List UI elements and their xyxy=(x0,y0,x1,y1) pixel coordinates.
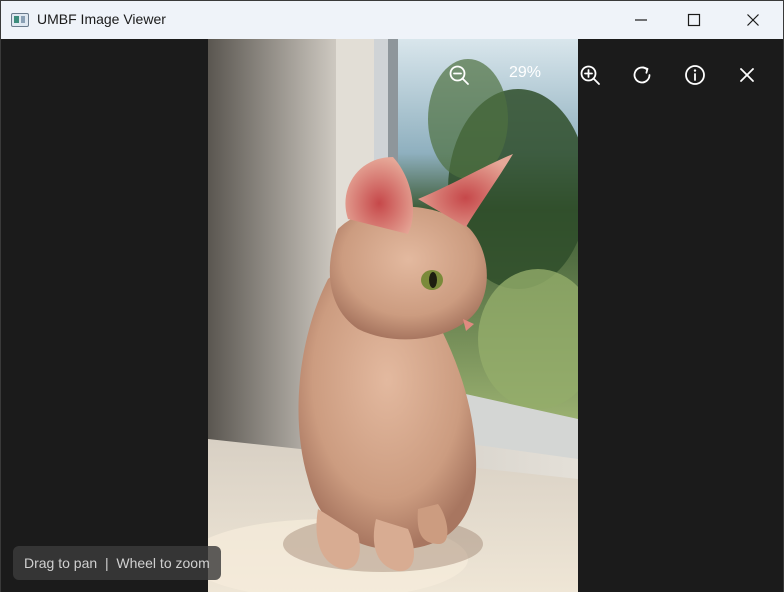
maximize-icon xyxy=(687,13,701,27)
zoom-in-button[interactable] xyxy=(572,57,608,93)
zoom-out-button[interactable] xyxy=(441,57,477,93)
maximize-button[interactable] xyxy=(671,1,717,39)
title-bar[interactable]: UMBF Image Viewer xyxy=(1,1,783,39)
info-icon xyxy=(685,65,705,85)
zoom-level-label: 29% xyxy=(508,64,542,81)
close-viewer-button[interactable] xyxy=(729,57,765,93)
app-icon xyxy=(11,13,29,27)
displayed-image[interactable] xyxy=(208,39,578,592)
close-icon xyxy=(740,68,754,82)
minimize-icon xyxy=(635,19,647,21)
rotate-button[interactable] xyxy=(624,57,660,93)
window-close-button[interactable] xyxy=(730,1,776,39)
zoom-in-icon xyxy=(580,65,600,85)
info-button[interactable] xyxy=(677,57,713,93)
image-viewer-window: UMBF Image Viewer 29% Drag to pan | Whee… xyxy=(0,0,784,592)
close-icon xyxy=(747,14,759,26)
sphynx-cat-photo xyxy=(208,39,578,592)
window-title: UMBF Image Viewer xyxy=(37,11,166,27)
image-stage[interactable]: 29% Drag to pan | Wheel to zoom xyxy=(1,39,783,592)
navigation-hint: Drag to pan | Wheel to zoom xyxy=(13,546,221,580)
minimize-button[interactable] xyxy=(618,1,664,39)
rotate-icon xyxy=(633,66,651,84)
zoom-out-icon xyxy=(449,65,469,85)
